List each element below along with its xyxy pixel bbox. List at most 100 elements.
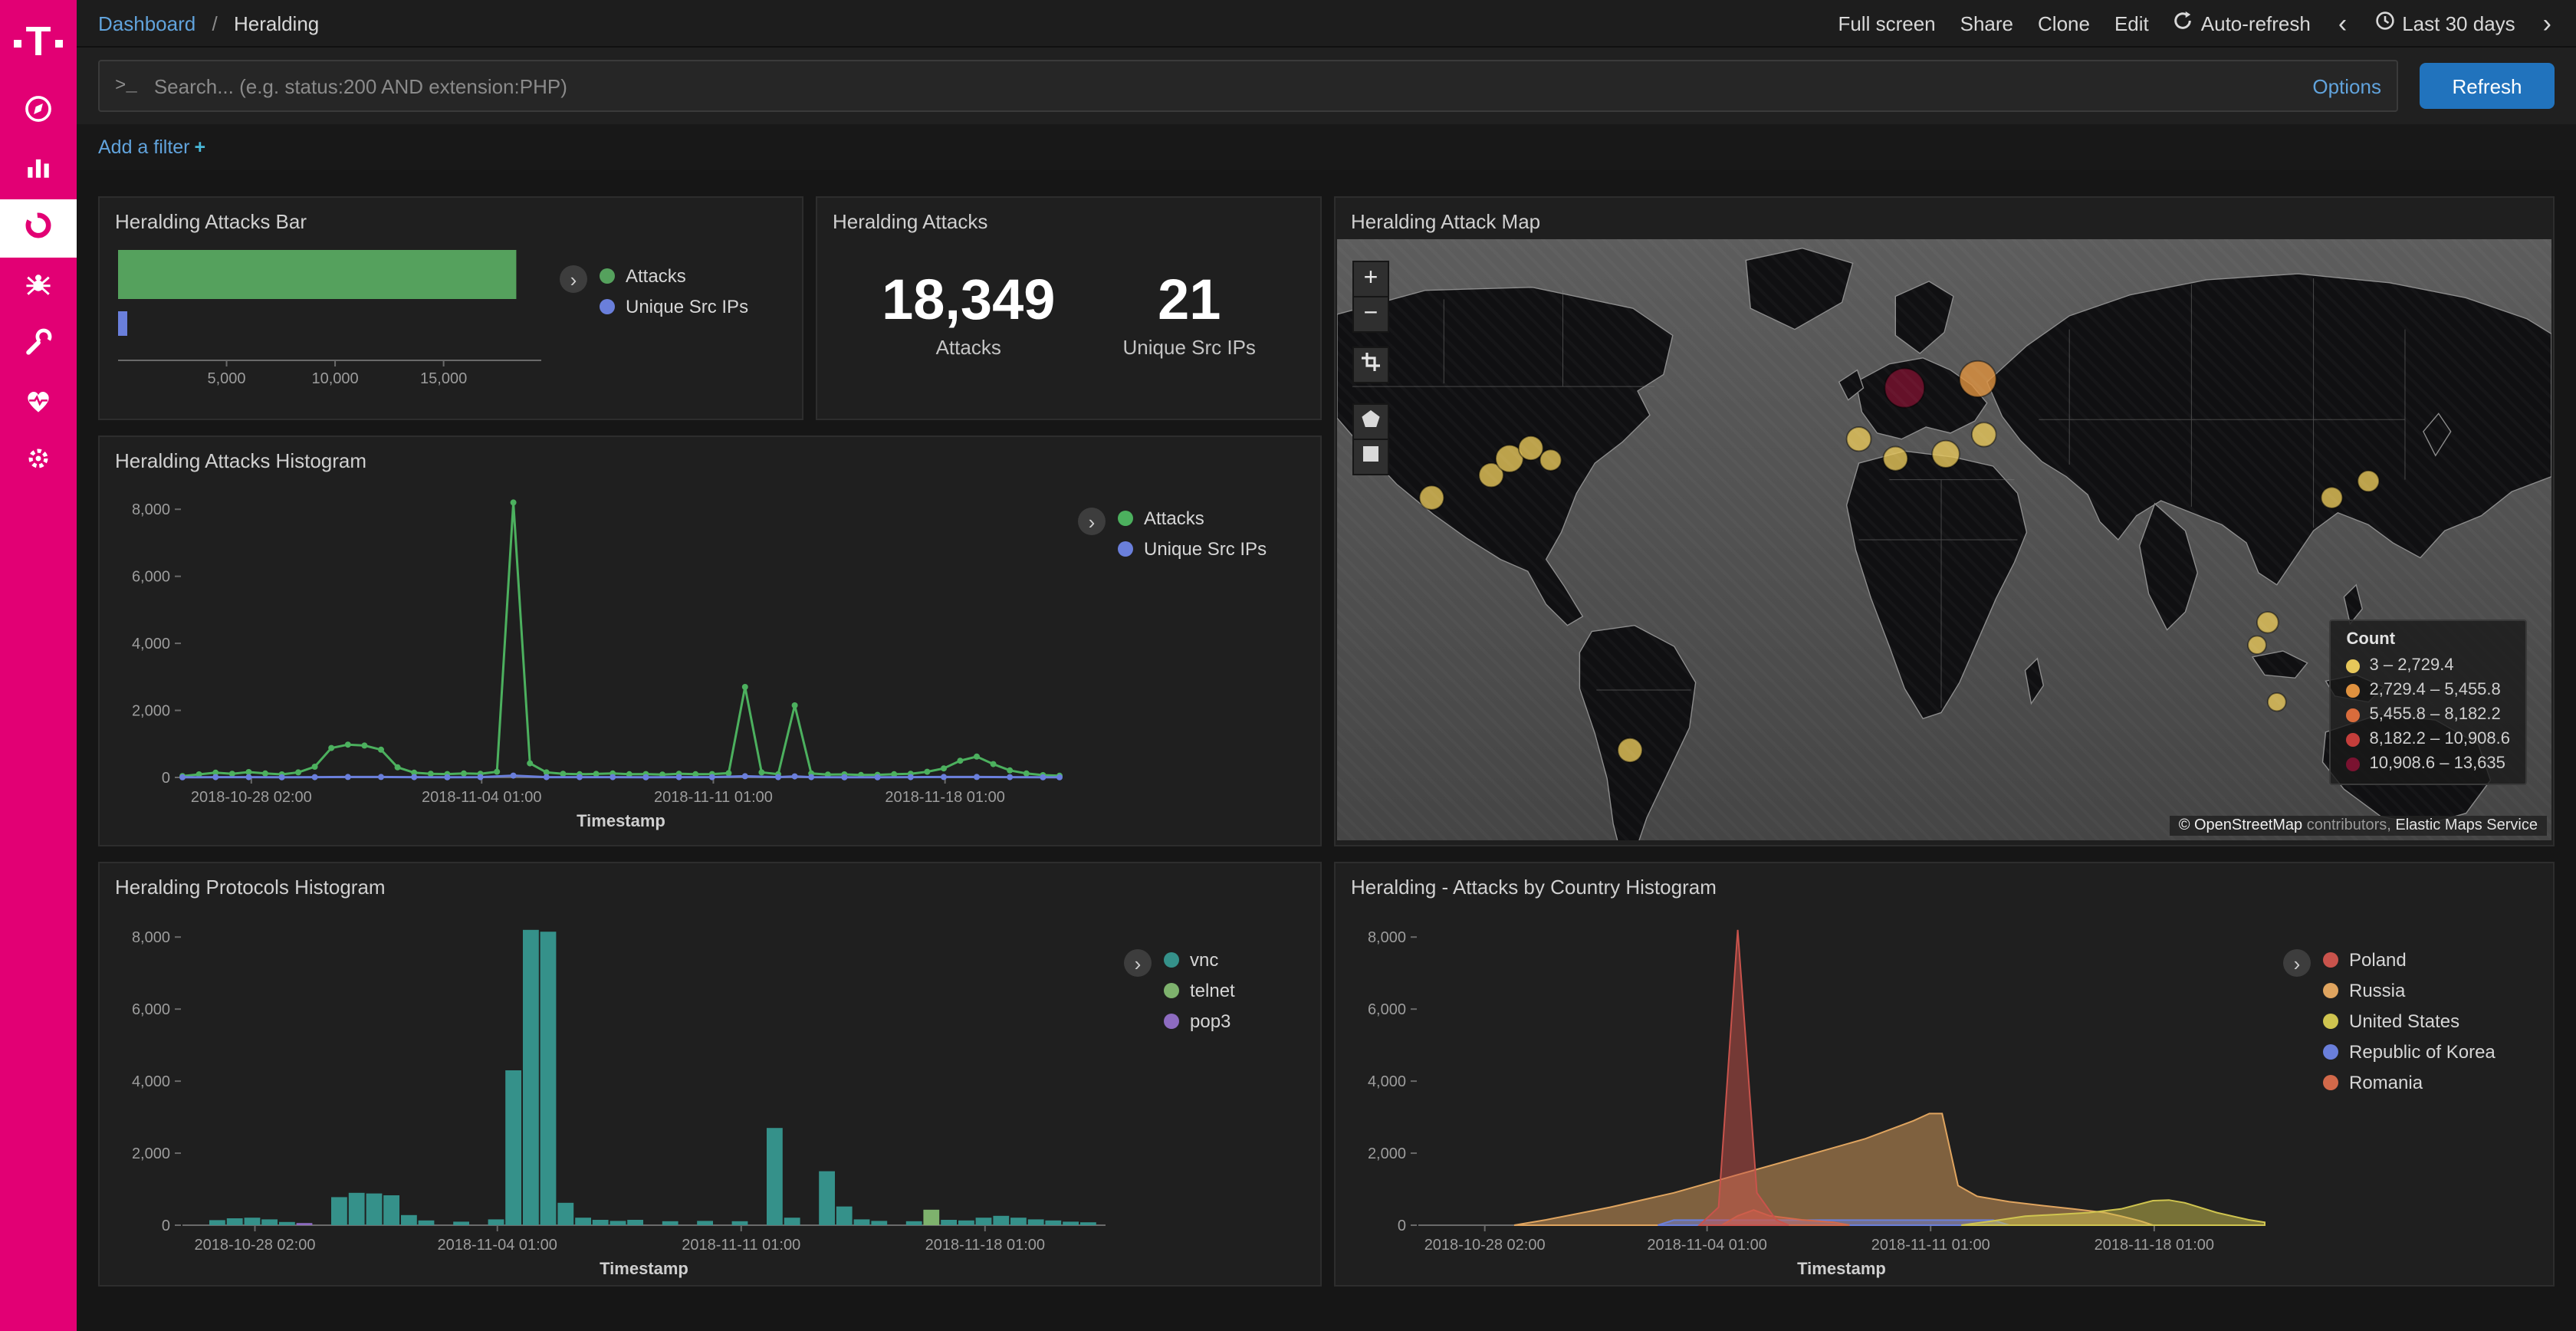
- crop-tool-button[interactable]: [1352, 347, 1389, 383]
- attacks-line-chart[interactable]: 02,0004,0006,0008,0002018-10-28 02:00201…: [112, 477, 1078, 833]
- legend-color-dot: [600, 299, 615, 314]
- elastic-maps-attribution-link[interactable]: Elastic Maps Service: [2395, 817, 2538, 834]
- attack-location-dot[interactable]: [1519, 436, 1543, 460]
- dashboard-grid: Heralding Attacks Bar 5,00010,00015,000 …: [77, 170, 2576, 1331]
- rectangle-icon: [1360, 442, 1382, 472]
- svg-text:8,000: 8,000: [132, 929, 170, 946]
- legend-color-dot: [2347, 708, 2361, 721]
- metric-body: 18,349 Attacks 21 Unique Src IPs: [817, 238, 1320, 391]
- map-controls: + −: [1352, 261, 1389, 475]
- legend-item[interactable]: Unique Src IPs: [600, 296, 748, 317]
- legend-color-dot: [2347, 732, 2361, 746]
- spider-icon: [21, 266, 55, 307]
- clock-icon: [2374, 11, 2394, 35]
- attack-location-dot[interactable]: [1883, 446, 1907, 470]
- map-canvas[interactable]: + − Count 3 – 2,729.42,729.4 – 5,455.85,…: [1337, 239, 2551, 840]
- osm-attribution-link[interactable]: © OpenStreetMap: [2179, 817, 2303, 834]
- breadcrumb-current: Heralding: [234, 12, 319, 35]
- share-button[interactable]: Share: [1960, 12, 2013, 35]
- panel-attacks-metric: Heralding Attacks 18,349 Attacks 21 Uniq…: [816, 196, 1322, 420]
- wrench-icon: [21, 324, 55, 366]
- map-legend-item: 3 – 2,729.4: [2347, 656, 2511, 675]
- polygon-tool-button[interactable]: [1352, 403, 1389, 440]
- svg-text:2,000: 2,000: [132, 703, 170, 720]
- zoom-out-button[interactable]: −: [1352, 296, 1389, 333]
- attack-location-dot[interactable]: [2248, 636, 2266, 654]
- auto-refresh-button[interactable]: Auto-refresh: [2174, 11, 2311, 35]
- sidebar-item-dashboard[interactable]: [0, 83, 77, 141]
- breadcrumb-dashboard-link[interactable]: Dashboard: [98, 12, 196, 35]
- attack-location-dot[interactable]: [1540, 449, 1562, 470]
- attack-location-dot[interactable]: [2321, 487, 2343, 508]
- legend-item[interactable]: Republic of Korea: [2323, 1041, 2496, 1063]
- chart-legend: vnc telnet pop3: [1124, 903, 1308, 1280]
- attack-location-dot[interactable]: [1960, 361, 1996, 397]
- svg-text:6,000: 6,000: [132, 569, 170, 586]
- sidebar-item-health[interactable]: [0, 374, 77, 432]
- edit-button[interactable]: Edit: [2114, 12, 2149, 35]
- sidebar-item-settings[interactable]: [0, 432, 77, 491]
- time-forward-chevron-icon[interactable]: ›: [2540, 10, 2555, 36]
- legend-toggle-icon[interactable]: [560, 265, 587, 293]
- legend-item[interactable]: pop3: [1164, 1011, 1235, 1032]
- legend-toggle-icon[interactable]: [2283, 949, 2311, 977]
- sidebar-item-attack-stats[interactable]: [0, 199, 77, 258]
- attack-location-dot[interactable]: [2257, 612, 2279, 633]
- svg-text:4,000: 4,000: [132, 1073, 170, 1090]
- legend-item[interactable]: United States: [2323, 1011, 2496, 1032]
- legend-item[interactable]: Unique Src IPs: [1118, 538, 1267, 560]
- add-filter-link[interactable]: Add a filter+: [98, 136, 205, 158]
- legend-item[interactable]: Romania: [2323, 1072, 2496, 1093]
- time-range-picker[interactable]: Last 30 days: [2374, 11, 2515, 35]
- attack-location-dot[interactable]: [1884, 369, 1924, 408]
- compass-icon: [21, 91, 55, 133]
- legend-item[interactable]: Russia: [2323, 980, 2496, 1001]
- attack-location-dot[interactable]: [1618, 738, 1642, 762]
- full-screen-button[interactable]: Full screen: [1838, 12, 1935, 35]
- country-area-chart[interactable]: 02,0004,0006,0008,0002018-10-28 02:00201…: [1348, 903, 2283, 1280]
- attack-location-dot[interactable]: [2358, 471, 2379, 491]
- attacks-bar-chart[interactable]: 5,00010,00015,000: [112, 238, 560, 400]
- svg-text:2018-11-04 01:00: 2018-11-04 01:00: [422, 789, 541, 806]
- legend-toggle-icon[interactable]: [1078, 508, 1106, 535]
- refresh-button[interactable]: Refresh: [2420, 63, 2555, 109]
- attack-location-dot[interactable]: [1847, 427, 1871, 451]
- panel-title: Heralding - Attacks by Country Histogram: [1336, 863, 2553, 903]
- map-attribution: © OpenStreetMap contributors, Elastic Ma…: [2170, 816, 2547, 836]
- metric-label: Unique Src IPs: [1123, 337, 1256, 360]
- attack-location-dot[interactable]: [2268, 693, 2286, 712]
- sidebar-item-honeypot[interactable]: [0, 258, 77, 316]
- telekom-logo[interactable]: T: [14, 0, 64, 83]
- time-back-chevron-icon[interactable]: ‹: [2335, 10, 2350, 36]
- clone-button[interactable]: Clone: [2038, 12, 2090, 35]
- legend-item[interactable]: Attacks: [600, 265, 748, 287]
- svg-text:2018-11-04 01:00: 2018-11-04 01:00: [1647, 1237, 1766, 1254]
- bar-chart-icon: [21, 150, 55, 191]
- protocols-bar-chart[interactable]: 02,0004,0006,0008,0002018-10-28 02:00201…: [112, 903, 1124, 1280]
- sidebar-item-statistics[interactable]: [0, 141, 77, 199]
- map-count-legend: Count 3 – 2,729.42,729.4 – 5,455.85,455.…: [2330, 619, 2528, 785]
- rectangle-tool-button[interactable]: [1352, 439, 1389, 475]
- chart-legend: Poland Russia United States Republic of Kor…: [2283, 903, 2541, 1280]
- legend-toggle-icon[interactable]: [1124, 949, 1152, 977]
- attack-location-dot[interactable]: [1419, 485, 1444, 509]
- metric-unique-src-ips: 21 Unique Src IPs: [1123, 269, 1256, 359]
- legend-item[interactable]: telnet: [1164, 980, 1235, 1001]
- legend-item[interactable]: Attacks: [1118, 508, 1267, 529]
- svg-text:0: 0: [162, 770, 170, 787]
- attack-location-dot[interactable]: [1972, 422, 1996, 446]
- legend-item[interactable]: vnc: [1164, 949, 1235, 971]
- map-legend-item: 5,455.8 – 8,182.2: [2347, 705, 2511, 724]
- legend-item[interactable]: Poland: [2323, 949, 2496, 971]
- metric-value: 18,349: [882, 269, 1055, 331]
- zoom-in-button[interactable]: +: [1352, 261, 1389, 297]
- legend-color-dot: [1118, 541, 1133, 557]
- sidebar-item-tools[interactable]: [0, 316, 77, 374]
- top-actions: Full screen Share Clone Edit Auto-refres…: [1838, 10, 2555, 36]
- panel-attack-map: Heralding Attack Map: [1334, 196, 2555, 846]
- options-link[interactable]: Options: [2312, 74, 2381, 97]
- search-input[interactable]: [151, 73, 2299, 99]
- svg-text:0: 0: [1398, 1218, 1406, 1234]
- svg-text:2018-11-11 01:00: 2018-11-11 01:00: [654, 789, 773, 806]
- attack-location-dot[interactable]: [1932, 441, 1960, 468]
